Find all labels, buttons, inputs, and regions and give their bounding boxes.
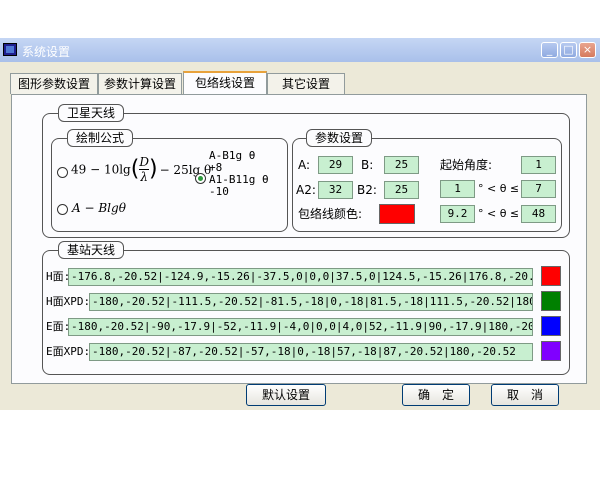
h-xpd-label: H面XPD: (46, 295, 91, 308)
h-plane-color-swatch[interactable] (541, 266, 561, 286)
e-plane-field[interactable]: -180,-20.52|-90,-17.9|-52,-11.9|-4,0|0,0… (68, 318, 533, 336)
formula1-radio[interactable] (57, 167, 68, 178)
b2-field[interactable]: 25 (384, 181, 419, 199)
e-xpd-label: E面XPD: (46, 345, 91, 358)
b-label: B: (361, 158, 374, 172)
start-angle-field[interactable]: 1 (521, 156, 556, 174)
formula3-radio[interactable] (57, 204, 68, 215)
range1-symbol: ° < θ ≤ (478, 182, 520, 195)
ok-button[interactable]: 确 定 (402, 384, 470, 406)
formula1-den: λ (139, 169, 149, 184)
a-field[interactable]: 29 (318, 156, 353, 174)
maximize-button[interactable]: □ (560, 42, 577, 58)
formula1-part-a: 49 − 10lg (71, 162, 131, 177)
default-settings-button[interactable]: 默认设置 (246, 384, 326, 406)
params-group-label: 参数设置 (306, 129, 373, 147)
range2-low-field[interactable]: 9.2 (440, 205, 475, 223)
title-bar[interactable]: 系统设置 _ □ × (0, 38, 600, 62)
formula3-label: A − Blgθ (72, 201, 126, 215)
h-xpd-field[interactable]: -180,-20.52|-111.5,-20.52|-81.5,-18|0,-1… (89, 293, 533, 311)
base-station-group-label: 基站天线 (58, 241, 125, 259)
tab-panel-envelope: 卫星天线 绘制公式 49 − 10lg(Dλ) − 25lg θ A-B1g θ … (11, 94, 587, 384)
formula1-label: 49 − 10lg(Dλ) − 25lg θ (71, 155, 212, 184)
formula2-radio[interactable] (195, 173, 206, 184)
b-field[interactable]: 25 (384, 156, 419, 174)
b2-label: B2: (357, 183, 377, 197)
formula-group-label: 绘制公式 (67, 129, 134, 147)
envelope-color-swatch[interactable] (379, 204, 415, 224)
e-xpd-color-swatch[interactable] (541, 341, 561, 361)
h-plane-field[interactable]: -176.8,-20.52|-124.9,-15.26|-37.5,0|0,0|… (68, 268, 533, 286)
range1-high-field[interactable]: 7 (521, 180, 556, 198)
h-xpd-color-swatch[interactable] (541, 291, 561, 311)
formula1-num: D (139, 155, 149, 169)
a2-label: A2: (296, 183, 316, 197)
envelope-color-label: 包络线颜色: (298, 207, 363, 221)
a2-field[interactable]: 32 (318, 181, 353, 199)
minimize-button[interactable]: _ (541, 42, 558, 58)
h-plane-label: H面: (46, 270, 71, 283)
window-title: 系统设置 (22, 45, 71, 59)
range1-low-field[interactable]: 1 (440, 180, 475, 198)
close-button[interactable]: × (579, 42, 596, 58)
settings-window: 系统设置 _ □ × 图形参数设置 参数计算设置 包络线设置 其它设置 卫星天线… (0, 38, 600, 410)
tab-other[interactable]: 其它设置 (267, 73, 345, 94)
tab-graph-params[interactable]: 图形参数设置 (10, 73, 98, 94)
satellite-group-label: 卫星天线 (58, 104, 125, 122)
e-xpd-field[interactable]: -180,-20.52|-87,-20.52|-57,-18|0,-18|57,… (89, 343, 533, 361)
range2-high-field[interactable]: 48 (521, 205, 556, 223)
start-angle-label: 起始角度: (440, 158, 493, 172)
formula2-label: A-B1g θ +8 A1-B11g θ -10 (209, 150, 269, 198)
app-icon (3, 43, 17, 56)
cancel-button[interactable]: 取 消 (491, 384, 559, 406)
e-plane-color-swatch[interactable] (541, 316, 561, 336)
tab-envelope[interactable]: 包络线设置 (183, 71, 267, 95)
a-label: A: (298, 158, 311, 172)
tab-calc-params[interactable]: 参数计算设置 (98, 73, 182, 94)
e-plane-label: E面: (46, 320, 71, 333)
formula2-line4: -10 (209, 185, 229, 198)
range2-symbol: ° < θ ≤ (478, 207, 520, 220)
